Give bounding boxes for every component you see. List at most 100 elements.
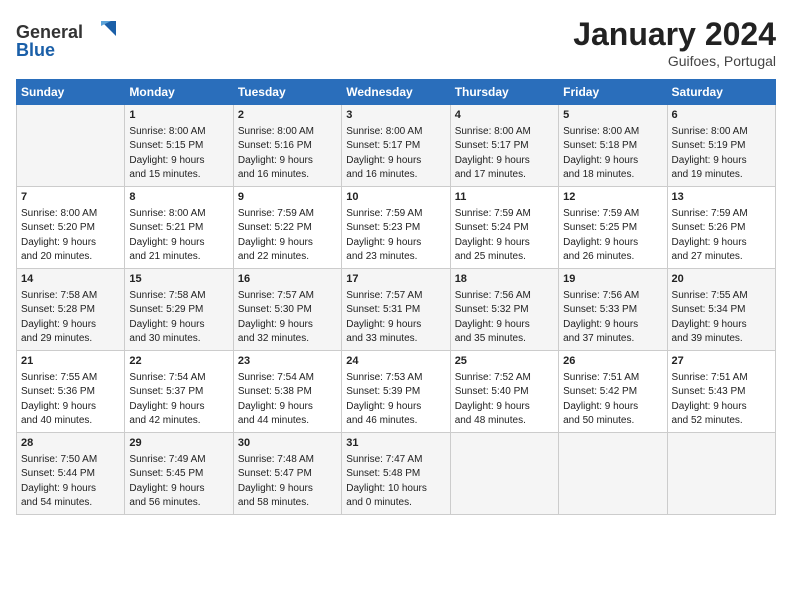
day-info-line: Sunset: 5:28 PM <box>21 303 120 318</box>
day-info-line: Sunrise: 7:48 AM <box>238 453 337 468</box>
day-number: 14 <box>21 272 120 288</box>
weekday-row: SundayMondayTuesdayWednesdayThursdayFrid… <box>17 80 776 105</box>
day-info-line: and 0 minutes. <box>346 496 445 511</box>
calendar-day-11: 11Sunrise: 7:59 AMSunset: 5:24 PMDayligh… <box>450 187 558 269</box>
calendar-day-8: 8Sunrise: 8:00 AMSunset: 5:21 PMDaylight… <box>125 187 233 269</box>
day-info-line: Sunrise: 7:58 AM <box>129 289 228 304</box>
day-info-line: Sunset: 5:36 PM <box>21 385 120 400</box>
day-info-line: Daylight: 9 hours <box>563 318 662 333</box>
calendar-day-13: 13Sunrise: 7:59 AMSunset: 5:26 PMDayligh… <box>667 187 775 269</box>
weekday-header-saturday: Saturday <box>667 80 775 105</box>
logo: General Blue <box>16 16 126 66</box>
day-number: 3 <box>346 108 445 124</box>
day-number: 20 <box>672 272 771 288</box>
day-info-line: Daylight: 9 hours <box>346 318 445 333</box>
day-info-line: Daylight: 9 hours <box>346 154 445 169</box>
day-number: 13 <box>672 190 771 206</box>
day-info-line: Sunrise: 8:00 AM <box>563 125 662 140</box>
calendar-day-27: 27Sunrise: 7:51 AMSunset: 5:43 PMDayligh… <box>667 351 775 433</box>
day-number: 30 <box>238 436 337 452</box>
day-info-line: Daylight: 9 hours <box>563 236 662 251</box>
day-info-line: Sunset: 5:32 PM <box>455 303 554 318</box>
day-number: 16 <box>238 272 337 288</box>
calendar-day-10: 10Sunrise: 7:59 AMSunset: 5:23 PMDayligh… <box>342 187 450 269</box>
calendar-day-21: 21Sunrise: 7:55 AMSunset: 5:36 PMDayligh… <box>17 351 125 433</box>
day-number: 17 <box>346 272 445 288</box>
day-info-line: Sunrise: 7:53 AM <box>346 371 445 386</box>
day-info-line: and 50 minutes. <box>563 414 662 429</box>
day-info-line: Sunset: 5:31 PM <box>346 303 445 318</box>
day-info-line: Sunset: 5:38 PM <box>238 385 337 400</box>
day-info-line: Sunrise: 7:55 AM <box>21 371 120 386</box>
day-info-line: Daylight: 9 hours <box>238 482 337 497</box>
day-info-line: Sunset: 5:25 PM <box>563 221 662 236</box>
day-info-line: and 30 minutes. <box>129 332 228 347</box>
day-info-line: Daylight: 9 hours <box>455 154 554 169</box>
svg-text:General: General <box>16 22 83 42</box>
day-info-line: and 35 minutes. <box>455 332 554 347</box>
day-info-line: Daylight: 9 hours <box>238 236 337 251</box>
day-info-line: Sunrise: 7:55 AM <box>672 289 771 304</box>
day-number: 21 <box>21 354 120 370</box>
day-number: 10 <box>346 190 445 206</box>
day-info-line: Daylight: 9 hours <box>672 236 771 251</box>
day-info-line: Sunrise: 8:00 AM <box>129 125 228 140</box>
calendar-day-17: 17Sunrise: 7:57 AMSunset: 5:31 PMDayligh… <box>342 269 450 351</box>
calendar-day-16: 16Sunrise: 7:57 AMSunset: 5:30 PMDayligh… <box>233 269 341 351</box>
day-info-line: Sunset: 5:37 PM <box>129 385 228 400</box>
day-info-line: and 54 minutes. <box>21 496 120 511</box>
calendar-week-1: 1Sunrise: 8:00 AMSunset: 5:15 PMDaylight… <box>17 105 776 187</box>
day-info-line: Sunrise: 7:59 AM <box>455 207 554 222</box>
day-info-line: Sunrise: 7:54 AM <box>238 371 337 386</box>
day-number: 2 <box>238 108 337 124</box>
day-info-line: Sunrise: 7:52 AM <box>455 371 554 386</box>
calendar-day-12: 12Sunrise: 7:59 AMSunset: 5:25 PMDayligh… <box>559 187 667 269</box>
day-number: 24 <box>346 354 445 370</box>
day-number: 23 <box>238 354 337 370</box>
day-info-line: Sunrise: 8:00 AM <box>672 125 771 140</box>
day-info-line: Daylight: 9 hours <box>563 400 662 415</box>
calendar-day-2: 2Sunrise: 8:00 AMSunset: 5:16 PMDaylight… <box>233 105 341 187</box>
day-info-line: Sunrise: 7:56 AM <box>455 289 554 304</box>
day-number: 25 <box>455 354 554 370</box>
day-info-line: and 52 minutes. <box>672 414 771 429</box>
calendar-empty-cell <box>450 433 558 515</box>
day-info-line: Sunset: 5:29 PM <box>129 303 228 318</box>
day-info-line: Sunrise: 8:00 AM <box>238 125 337 140</box>
calendar-table: SundayMondayTuesdayWednesdayThursdayFrid… <box>16 79 776 515</box>
weekday-header-thursday: Thursday <box>450 80 558 105</box>
day-info-line: Sunset: 5:45 PM <box>129 467 228 482</box>
day-info-line: Sunset: 5:47 PM <box>238 467 337 482</box>
day-info-line: Sunset: 5:34 PM <box>672 303 771 318</box>
calendar-body: 1Sunrise: 8:00 AMSunset: 5:15 PMDaylight… <box>17 105 776 515</box>
calendar-week-2: 7Sunrise: 8:00 AMSunset: 5:20 PMDaylight… <box>17 187 776 269</box>
calendar-day-23: 23Sunrise: 7:54 AMSunset: 5:38 PMDayligh… <box>233 351 341 433</box>
location: Guifoes, Portugal <box>573 53 776 69</box>
day-info-line: and 32 minutes. <box>238 332 337 347</box>
day-info-line: Daylight: 9 hours <box>21 236 120 251</box>
calendar-day-24: 24Sunrise: 7:53 AMSunset: 5:39 PMDayligh… <box>342 351 450 433</box>
calendar-empty-cell <box>559 433 667 515</box>
day-info-line: Daylight: 9 hours <box>455 400 554 415</box>
day-info-line: Daylight: 9 hours <box>563 154 662 169</box>
day-info-line: Sunrise: 8:00 AM <box>346 125 445 140</box>
day-info-line: Sunset: 5:40 PM <box>455 385 554 400</box>
day-info-line: Sunrise: 7:57 AM <box>346 289 445 304</box>
day-number: 6 <box>672 108 771 124</box>
day-info-line: and 39 minutes. <box>672 332 771 347</box>
day-number: 12 <box>563 190 662 206</box>
svg-text:Blue: Blue <box>16 40 55 60</box>
calendar-week-5: 28Sunrise: 7:50 AMSunset: 5:44 PMDayligh… <box>17 433 776 515</box>
day-info-line: and 23 minutes. <box>346 250 445 265</box>
weekday-header-wednesday: Wednesday <box>342 80 450 105</box>
weekday-header-monday: Monday <box>125 80 233 105</box>
day-info-line: and 17 minutes. <box>455 168 554 183</box>
day-info-line: Daylight: 9 hours <box>455 236 554 251</box>
calendar-empty-cell <box>667 433 775 515</box>
day-info-line: Sunrise: 7:59 AM <box>346 207 445 222</box>
day-info-line: Sunrise: 8:00 AM <box>455 125 554 140</box>
day-info-line: and 15 minutes. <box>129 168 228 183</box>
day-info-line: and 16 minutes. <box>346 168 445 183</box>
calendar-day-14: 14Sunrise: 7:58 AMSunset: 5:28 PMDayligh… <box>17 269 125 351</box>
day-info-line: and 20 minutes. <box>21 250 120 265</box>
